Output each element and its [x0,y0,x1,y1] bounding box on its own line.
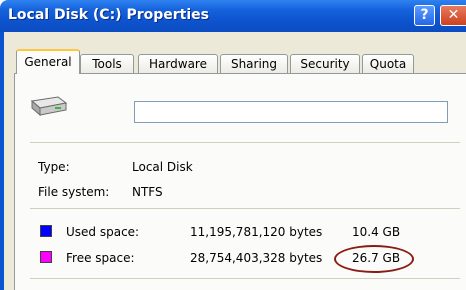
properties-window: Local Disk (C:) Properties ? ✕ General T… [0,0,466,290]
drive-icon [30,96,68,117]
file-system-label: File system: [38,185,110,199]
used-space-size: 10.4 GB [352,225,401,239]
close-icon[interactable]: ✕ [440,5,466,26]
tab-security[interactable]: Security [290,54,360,73]
window-title: Local Disk (C:) Properties [8,7,209,23]
tab-quota[interactable]: Quota [362,54,414,73]
tab-hardware[interactable]: Hardware [138,54,218,73]
used-space-bytes: 11,195,781,120 bytes [190,225,323,239]
tab-tools[interactable]: Tools [80,54,134,73]
type-label: Type: [38,160,70,174]
drive-label-input[interactable] [134,101,448,123]
tab-strip: General Tools Hardware Sharing Security … [16,48,466,74]
used-space-label: Used space: [66,225,140,239]
separator [30,208,460,209]
highlight-annotation [334,245,414,273]
separator [30,142,460,143]
free-space-bytes: 28,754,403,328 bytes [190,251,323,265]
free-space-swatch [40,251,52,263]
file-system-value: NTFS [132,185,163,199]
tab-general[interactable]: General [16,49,80,74]
used-space-swatch [40,225,52,237]
type-value: Local Disk [132,160,193,174]
tab-sharing[interactable]: Sharing [220,54,288,73]
free-space-label: Free space: [66,251,135,265]
help-icon[interactable]: ? [414,5,435,26]
separator [30,278,460,279]
title-bar[interactable]: Local Disk (C:) Properties ? ✕ [0,0,466,32]
